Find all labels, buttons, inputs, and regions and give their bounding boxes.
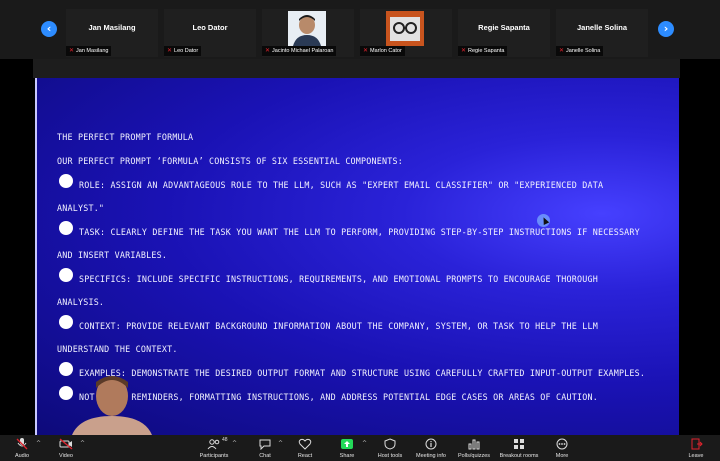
participants-label: Participants xyxy=(199,453,229,459)
leave-label: Leave xyxy=(688,453,704,459)
meeting-info-label: Meeting info xyxy=(416,453,446,459)
share-options-caret[interactable]: ^ xyxy=(362,440,367,447)
audio-button[interactable]: Audio xyxy=(8,435,36,461)
video-button[interactable]: Video xyxy=(52,435,80,461)
mic-muted-icon: ✕ xyxy=(559,48,565,54)
presenter-video xyxy=(72,376,152,435)
bullet-circle xyxy=(59,221,73,235)
share-button[interactable]: Share xyxy=(334,435,360,461)
previous-page-button[interactable]: ‹ xyxy=(41,21,57,37)
react-label: React xyxy=(297,453,313,459)
participant-tile[interactable]: Jan Masilang ✕ Jan Masilang xyxy=(66,9,158,57)
participant-tile[interactable]: Janelle Solina ✕ Janelle Solina xyxy=(556,9,648,57)
breakout-rooms-label: Breakout rooms xyxy=(499,453,539,459)
more-button[interactable]: More xyxy=(550,435,574,461)
bullet-text-continued: ANALYSIS. xyxy=(57,297,105,307)
participant-label: ✕ Jan Masilang xyxy=(66,46,112,56)
bullet-circle xyxy=(59,386,73,400)
microphone-muted-icon xyxy=(16,438,28,450)
host-tools-button[interactable]: Host tools xyxy=(374,435,406,461)
react-button[interactable]: React xyxy=(292,435,318,461)
participants-button[interactable]: 48 Participants xyxy=(196,435,232,461)
participant-tile[interactable]: Leo Dator ✕ Leo Dator xyxy=(164,9,256,57)
participant-name: Leo Dator xyxy=(192,23,228,32)
polls-label: Polls/quizzes xyxy=(457,453,491,459)
bullet-circle xyxy=(59,362,73,376)
share-label: Share xyxy=(339,453,355,459)
shield-icon xyxy=(384,438,396,450)
participant-photo xyxy=(386,11,424,46)
chat-options-caret[interactable]: ^ xyxy=(278,440,283,447)
chat-label: Chat xyxy=(259,453,271,459)
video-label: Video xyxy=(59,453,73,459)
mic-muted-icon: ✕ xyxy=(265,48,271,54)
mic-muted-icon: ✕ xyxy=(363,48,369,54)
participant-name: Regie Sapanta xyxy=(478,23,530,32)
participants-icon xyxy=(207,439,220,450)
bullet-text: SPECIFICS: INCLUDE SPECIFIC INSTRUCTIONS… xyxy=(79,274,598,284)
video-options-caret[interactable]: ^ xyxy=(80,440,85,447)
more-dots-icon xyxy=(556,438,568,450)
info-icon xyxy=(425,438,437,450)
bullet-text: CONTEXT: PROVIDE RELEVANT BACKGROUND INF… xyxy=(79,321,598,331)
participant-name: Janelle Solina xyxy=(576,23,628,32)
slide-title: THE PERFECT PROMPT FORMULA xyxy=(57,132,194,142)
audio-label: Audio xyxy=(14,453,30,459)
audio-options-caret[interactable]: ^ xyxy=(36,440,41,447)
participant-strip: ‹ Jan Masilang ✕ Jan Masilang Leo Dator ✕… xyxy=(0,0,720,59)
participant-label: ✕ Leo Dator xyxy=(164,46,202,56)
participants-options-caret[interactable]: ^ xyxy=(232,440,237,447)
polls-button[interactable]: Polls/quizzes xyxy=(455,435,493,461)
mic-muted-icon: ✕ xyxy=(167,48,173,54)
participant-photo xyxy=(288,11,326,46)
next-page-button[interactable]: › xyxy=(658,21,674,37)
bullet-text-continued: UNDERSTAND THE CONTEXT. xyxy=(57,344,178,354)
heart-icon xyxy=(298,438,312,450)
poll-chart-icon xyxy=(468,439,480,450)
bullet-text: EXAMPLES: DEMONSTRATE THE DESIRED OUTPUT… xyxy=(79,368,646,378)
bullet-circle xyxy=(59,174,73,188)
slide-intro: OUR PERFECT PROMPT ‘FORMULA’ CONSISTS OF… xyxy=(57,156,403,166)
share-screen-icon xyxy=(341,439,353,449)
bullet-text: ROLE: ASSIGN AN ADVANTAGEOUS ROLE TO THE… xyxy=(79,180,604,190)
participant-label: ✕ Janelle Solina xyxy=(556,46,604,56)
chat-button[interactable]: Chat xyxy=(252,435,278,461)
meeting-toolbar: Audio ^ Video ^ 48 Participants ^ Chat ^… xyxy=(0,435,720,461)
participant-label: ✕ Jacinto Michael Palaroan xyxy=(262,46,337,56)
mic-muted-icon: ✕ xyxy=(461,48,467,54)
bullet-text-continued: ANALYST." xyxy=(57,203,105,213)
participant-tile[interactable]: Regie Sapanta ✕ Regie Sapanta xyxy=(458,9,550,57)
participant-tile[interactable]: ✕ Jacinto Michael Palaroan xyxy=(262,9,354,57)
leave-button[interactable]: Leave xyxy=(684,435,708,461)
more-label: More xyxy=(555,453,569,459)
participants-count: 48 xyxy=(222,437,228,443)
leave-door-icon xyxy=(691,438,703,450)
participant-label: ✕ Marlon Cator xyxy=(360,46,405,56)
participant-tile[interactable]: ✕ Marlon Cator xyxy=(360,9,452,57)
participant-name: Jan Masilang xyxy=(88,23,136,32)
mic-muted-icon: ✕ xyxy=(69,48,75,54)
chat-icon xyxy=(259,439,271,450)
breakout-rooms-button[interactable]: Breakout rooms xyxy=(498,435,540,461)
breakout-grid-icon xyxy=(514,439,524,449)
participant-label: ✕ Regie Sapanta xyxy=(458,46,508,56)
bullet-text: TASK: CLEARLY DEFINE THE TASK YOU WANT T… xyxy=(79,227,640,237)
video-off-icon xyxy=(59,438,73,450)
bullet-circle xyxy=(59,315,73,329)
meeting-info-button[interactable]: Meeting info xyxy=(412,435,450,461)
host-tools-label: Host tools xyxy=(377,453,403,459)
bullet-text-continued: AND INSERT VARIABLES. xyxy=(57,250,168,260)
shared-screen: THE PERFECT PROMPT FORMULA OUR PERFECT P… xyxy=(0,59,720,435)
bullet-circle xyxy=(59,268,73,282)
slide-header-bar xyxy=(33,59,680,78)
